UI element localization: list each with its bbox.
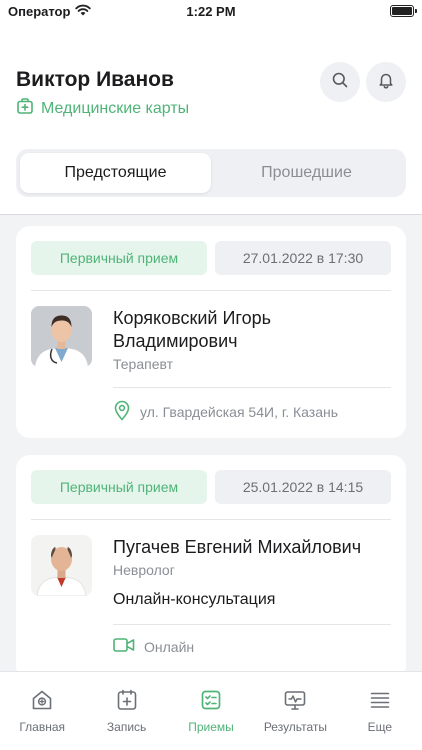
appointment-type-badge: Первичный прием	[31, 241, 207, 275]
divider	[31, 519, 391, 520]
tab-more-label: Еще	[367, 720, 393, 734]
doctor-name: Коряковский Игорь Владимирович	[113, 308, 271, 351]
location-pin-icon	[113, 400, 131, 424]
tab-home[interactable]: Главная	[0, 672, 84, 750]
tab-results-label: Результаты	[263, 720, 328, 734]
tab-results[interactable]: Результаты	[253, 672, 337, 750]
divider	[113, 387, 391, 388]
search-button[interactable]	[320, 62, 360, 102]
bottom-tab-bar: Главная Запись Приемы Результаты Еще	[0, 671, 422, 750]
consultation-type: Онлайн-консультация	[113, 591, 276, 608]
online-location[interactable]: Онлайн	[113, 637, 194, 656]
notifications-button[interactable]	[366, 62, 406, 102]
appointment-card[interactable]: Первичный прием 25.01.2022 в 14:15 Пугач…	[16, 455, 406, 680]
clinic-address[interactable]: ул. Гвардейская 54И, г. Казань	[113, 400, 338, 424]
tab-more[interactable]: Еще	[338, 672, 422, 750]
bell-icon	[377, 71, 395, 94]
online-label: Онлайн	[144, 638, 195, 655]
appointment-card[interactable]: Первичный прием 27.01.2022 в 17:30 Коряк…	[16, 226, 406, 438]
divider	[31, 290, 391, 291]
booking-icon	[115, 688, 139, 715]
status-time: 1:22 PM	[186, 4, 236, 19]
appointment-datetime-badge: 25.01.2022 в 14:15	[215, 470, 391, 504]
battery-icon	[390, 5, 417, 17]
medical-cards-link[interactable]: Медицинские карты	[16, 97, 189, 120]
tab-upcoming[interactable]: Предстоящие	[20, 153, 211, 193]
tab-past[interactable]: Прошедшие	[211, 153, 402, 193]
results-icon	[283, 688, 307, 715]
menu-icon	[368, 688, 392, 715]
divider	[113, 624, 391, 625]
header-area: Оператор 1:22 PM Виктор Иванов Медицинск…	[0, 0, 422, 215]
tab-booking-label: Запись	[106, 720, 147, 734]
appointment-datetime-badge: 27.01.2022 в 17:30	[215, 241, 391, 275]
address-text: ул. Гвардейская 54И, г. Казань	[140, 404, 339, 420]
tab-appointments-label: Приемы	[188, 720, 234, 734]
doctor-specialty: Терапевт	[113, 356, 174, 372]
user-name: Виктор Иванов	[16, 68, 174, 91]
status-bar: Оператор 1:22 PM	[0, 0, 422, 24]
tab-appointments[interactable]: Приемы	[169, 672, 253, 750]
appointments-segmented-control: Предстоящие Прошедшие	[16, 149, 406, 197]
appointments-icon	[199, 688, 223, 715]
doctor-specialty: Невролог	[113, 562, 175, 578]
doctor-photo	[31, 535, 92, 596]
medical-cards-label: Медицинские карты	[41, 99, 190, 117]
search-icon	[331, 71, 349, 94]
header-divider	[0, 214, 422, 215]
video-camera-icon	[113, 637, 135, 656]
doctor-photo	[31, 306, 92, 367]
medical-card-icon	[16, 97, 34, 120]
home-icon	[30, 688, 54, 715]
appointment-type-badge: Первичный прием	[31, 470, 207, 504]
tab-booking[interactable]: Запись	[84, 672, 168, 750]
tab-home-label: Главная	[19, 720, 66, 734]
doctor-name: Пугачев Евгений Михайлович	[113, 537, 362, 557]
